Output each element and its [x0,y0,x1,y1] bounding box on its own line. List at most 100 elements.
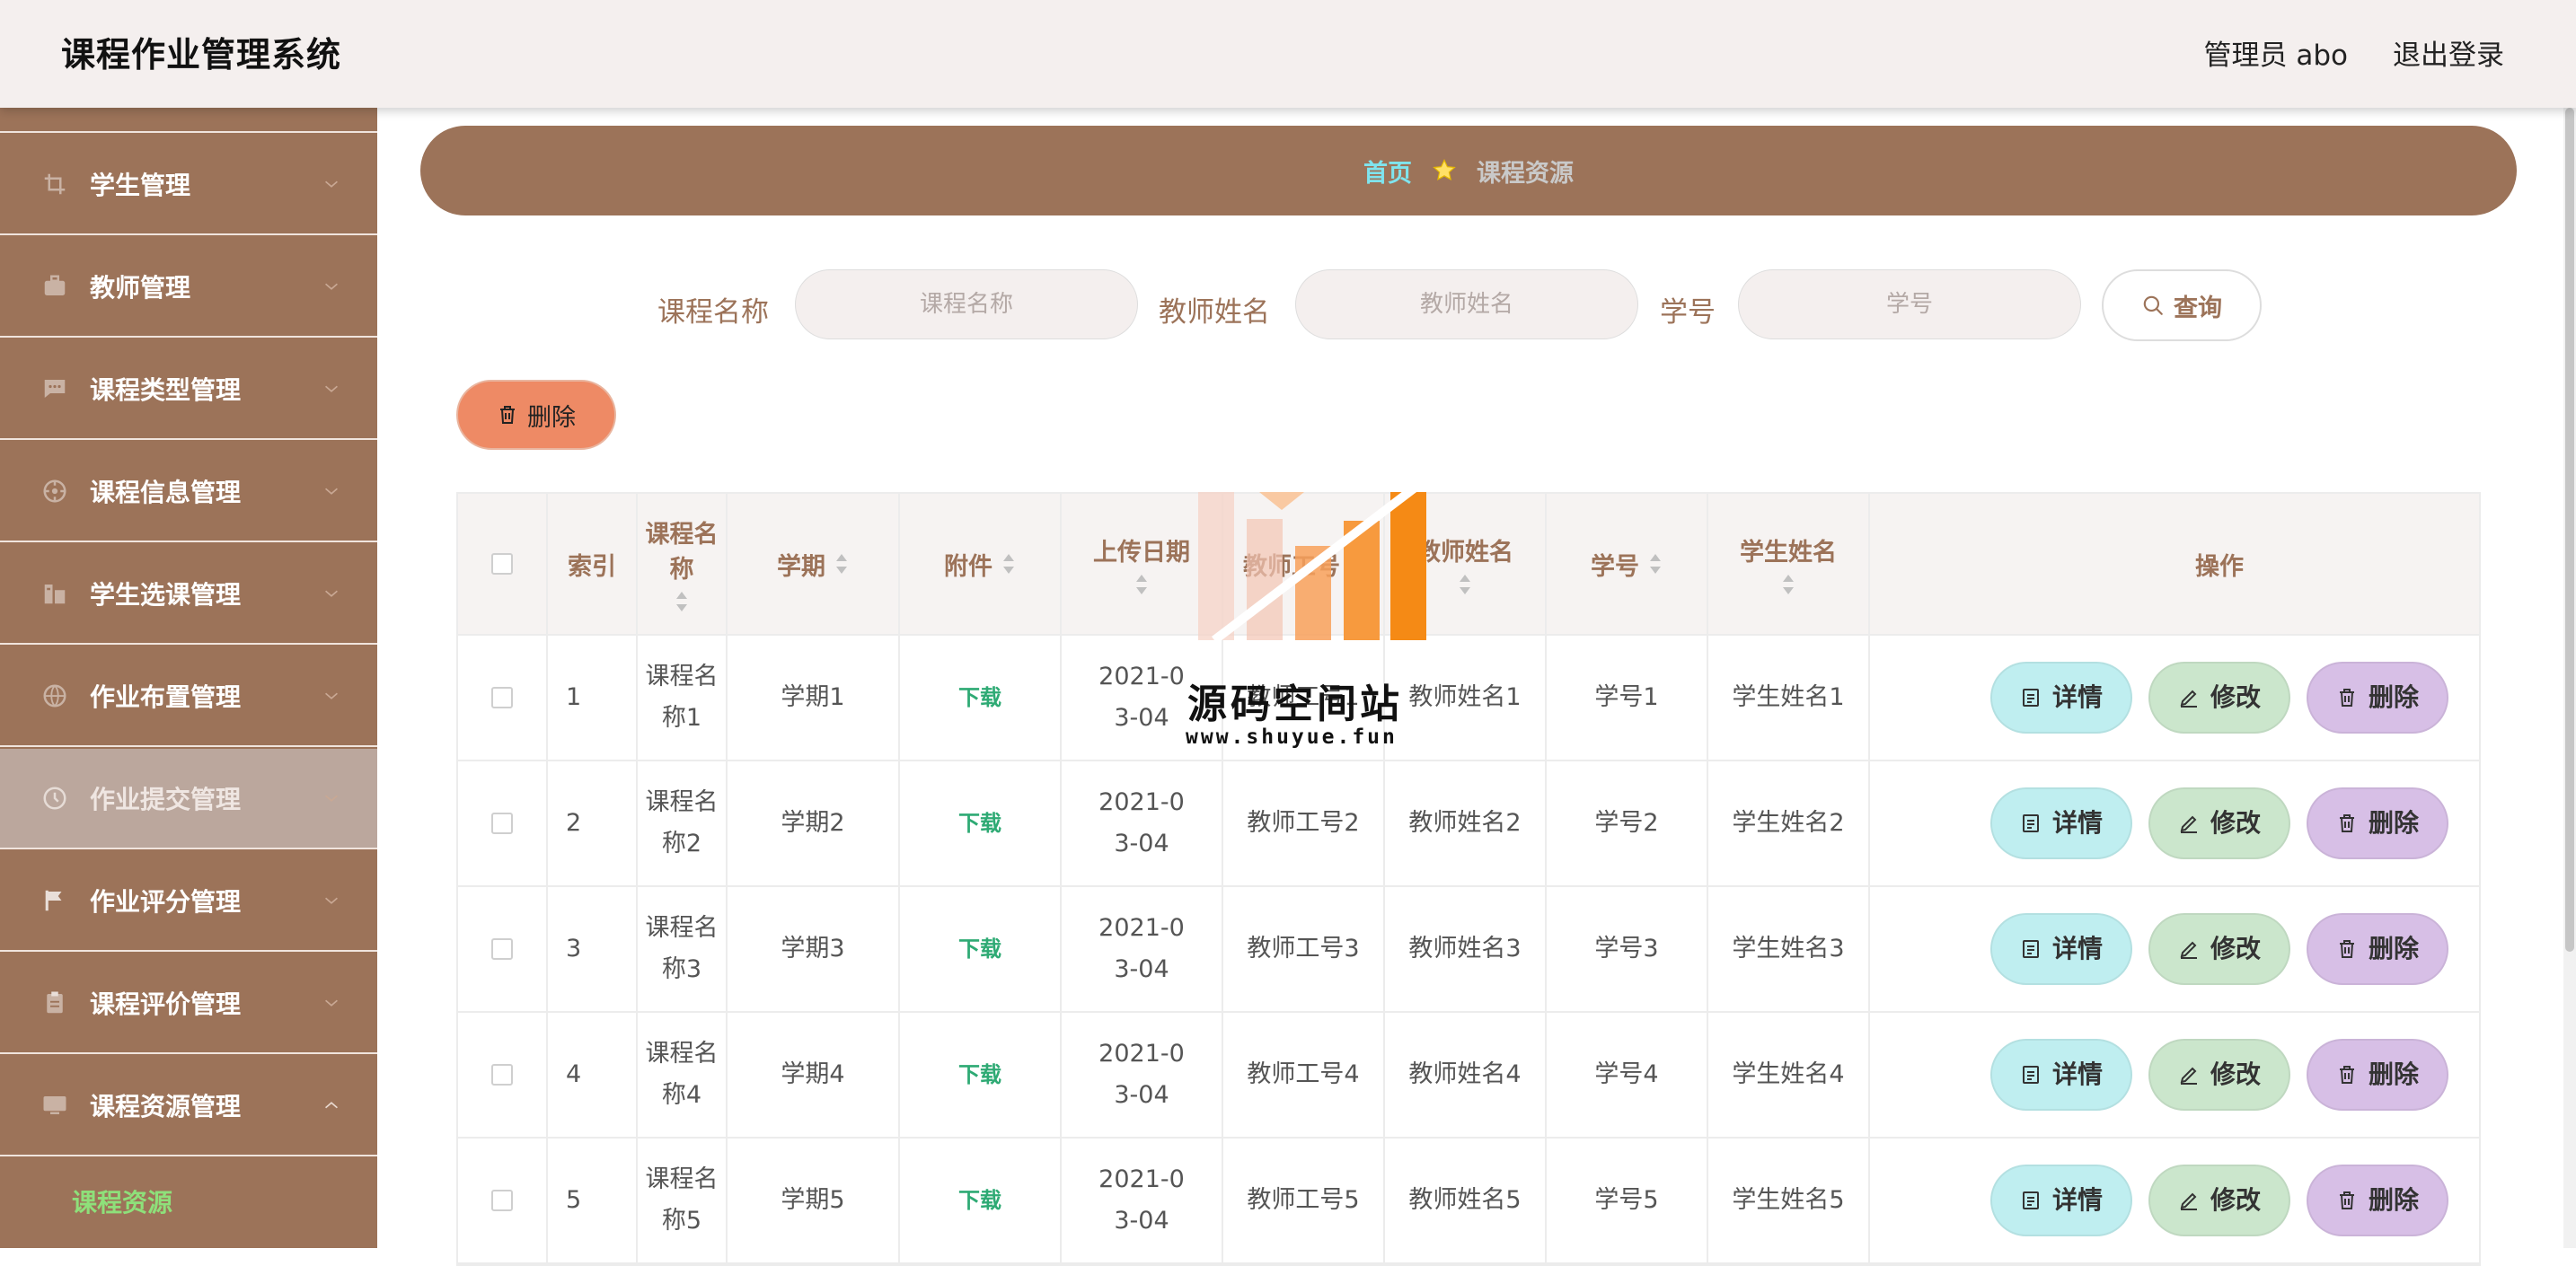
sidebar-item-4[interactable]: 课程信息管理 [0,442,377,542]
cell-student_no: 学号4 [1547,1013,1708,1137]
cell-student: 学生姓名4 [1708,1013,1870,1137]
document-icon [2022,1191,2039,1209]
row-delete-button[interactable]: 删除 [2307,913,2448,985]
row-delete-button[interactable]: 删除 [2307,1165,2448,1236]
edit-button[interactable]: 修改 [2148,1165,2290,1236]
sidebar-item-3[interactable]: 课程类型管理 [0,339,377,440]
row-checkbox[interactable] [491,813,513,834]
cell-teacher: 教师姓名5 [1385,1139,1547,1262]
breadcrumb-home[interactable]: 首页 [1363,154,1412,189]
header-index-label: 索引 [568,552,616,581]
sidebar-item-5[interactable]: 学生选课管理 [0,544,377,645]
download-link[interactable]: 下载 [958,1180,1001,1221]
student-no-label: 学号 [1660,296,1716,329]
row-delete-button[interactable]: 删除 [2307,1039,2448,1111]
chevron-down-icon [325,692,338,699]
page-scrollbar[interactable] [2563,108,2576,1248]
edit-button-label: 修改 [2210,682,2261,712]
cell-student_no: 学号5 [1547,1139,1708,1262]
edit-button[interactable]: 修改 [2148,787,2290,859]
sort-icon[interactable] [1134,573,1149,596]
edit-pencil-icon [2180,815,2197,833]
cell-teacher: 教师姓名4 [1408,1060,1522,1088]
document-icon [2022,1066,2039,1084]
row-checkbox-cell [458,636,548,760]
cell-student_no: 学号5 [1594,1186,1659,1214]
cell-student: 学生姓名4 [1732,1060,1845,1088]
admin-user-label[interactable]: 管理员 abo [2204,32,2349,73]
sidebar-item-9[interactable]: 课程评价管理 [0,954,377,1054]
sidebar-item-label: 课程资源管理 [90,1092,242,1121]
course-name-input[interactable] [795,269,1138,339]
cell-index: 5 [548,1139,638,1262]
sidebar-item-10[interactable]: 课程资源管理 [0,1056,377,1156]
scrollbar-thumb[interactable] [2565,108,2574,952]
cell-teacher: 教师姓名3 [1408,935,1522,963]
select-all-checkbox[interactable] [491,553,513,575]
sort-icon[interactable] [1001,552,1016,576]
row-checkbox-cell [458,1013,548,1137]
edit-button[interactable]: 修改 [2148,913,2290,985]
detail-button[interactable]: 详情 [1990,1039,2132,1111]
download-link[interactable]: 下载 [958,928,1001,970]
detail-button-label: 详情 [2051,934,2103,963]
sidebar-item-1[interactable]: 学生管理 [0,135,377,235]
cell-term: 学期2 [781,809,845,837]
sort-icon[interactable] [1458,573,1472,596]
cell-teacher: 教师姓名2 [1385,761,1547,885]
cell-student_no: 学号2 [1547,761,1708,885]
download-link[interactable]: 下载 [958,677,1001,718]
header-attachment-label: 附件 [944,552,992,581]
sort-icon[interactable] [1349,552,1363,576]
sidebar-subitem-course-resource[interactable]: 课程资源 [72,1183,172,1219]
download-link[interactable]: 下载 [958,803,1001,844]
row-checkbox[interactable] [491,1064,513,1086]
cell-student_no: 学号2 [1594,809,1659,837]
student-no-input[interactable] [1738,269,2081,339]
cell-date: 2021-03-04 [1062,1013,1223,1137]
cell-actions: 详情 修改 删除 [1870,887,2569,1011]
sidebar-item-6[interactable]: 作业布置管理 [0,646,377,747]
row-checkbox[interactable] [491,1190,513,1211]
row-delete-button[interactable]: 删除 [2307,662,2448,734]
teacher-name-input[interactable] [1295,269,1638,339]
cell-course: 课程名称1 [645,663,719,732]
sidebar-item-8[interactable]: 作业评分管理 [0,851,377,952]
cell-teacher: 教师姓名1 [1408,683,1522,711]
detail-button[interactable]: 详情 [1990,662,2132,734]
edit-button[interactable]: 修改 [2148,662,2290,734]
header-teacher-no: 教师工号 [1223,494,1385,634]
edit-button[interactable]: 修改 [2148,1039,2290,1111]
detail-button[interactable]: 详情 [1990,1165,2132,1236]
detail-button[interactable]: 详情 [1990,787,2132,859]
sort-icon[interactable] [675,590,689,613]
cell-actions: 详情 修改 删除 [1870,1139,2569,1262]
cell-teacher: 教师姓名1 [1385,636,1547,760]
logout-button[interactable]: 退出登录 [2393,32,2504,73]
detail-button[interactable]: 详情 [1990,913,2132,985]
top-header: 课程作业管理系统 管理员 abo 退出登录 [0,0,2576,108]
watermark-title: 源码空间站 [1187,681,1403,727]
row-checkbox[interactable] [491,938,513,960]
download-link[interactable]: 下载 [958,1054,1001,1095]
sort-icon[interactable] [834,552,849,576]
cell-student: 学生姓名5 [1732,1186,1845,1214]
office-building-icon [41,580,68,607]
query-button[interactable]: 查询 [2102,269,2262,341]
sidebar-item-7[interactable]: 作业提交管理 [0,749,377,849]
row-checkbox[interactable] [491,687,513,708]
table-header: 索引 课程名称 学期 附件 上传日期 教师工号 教师姓名 学号 学生姓名 操作 [458,494,2479,636]
chevron-down-icon [325,897,338,904]
batch-delete-button[interactable]: 删除 [456,380,616,450]
cell-attachment: 下载 [900,1139,1062,1262]
sort-icon[interactable] [1781,573,1795,596]
sort-icon[interactable] [1648,552,1663,576]
cell-index: 4 [548,1013,638,1137]
table-row: 5 课程名称5 学期5 下载 2021-03-04 教师工号5 教师姓名5 学号5 学生姓名5 详… [458,1139,2479,1264]
header-course-name-label: 课程名称 [645,521,719,584]
sidebar-item-2[interactable]: 教师管理 [0,237,377,338]
row-delete-button[interactable]: 删除 [2307,787,2448,859]
cell-student_no: 学号1 [1594,683,1659,711]
cell-attachment: 下载 [900,761,1062,885]
cell-teacher: 教师姓名5 [1408,1186,1522,1214]
